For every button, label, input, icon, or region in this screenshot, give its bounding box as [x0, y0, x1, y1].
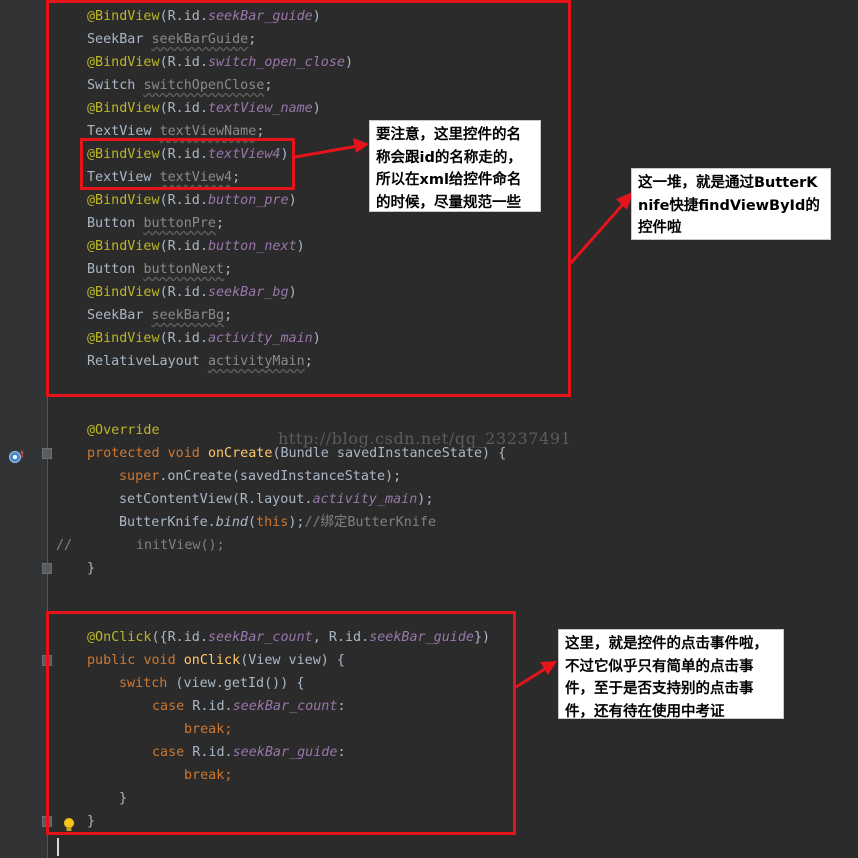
annotation-note-naming: 要注意，这里控件的名称会跟id的名称走的，所以在xml给控件命名的时候，尽量规范…	[369, 120, 541, 212]
annotation-note-onclick: 这里，就是控件的点击事件啦，不过它似乎只有简单的点击事件，至于是否支持别的点击事…	[558, 629, 784, 720]
annotation-note-bindview: 这一堆，就是通过ButterKnife快捷findViewById的控件啦	[631, 168, 831, 240]
